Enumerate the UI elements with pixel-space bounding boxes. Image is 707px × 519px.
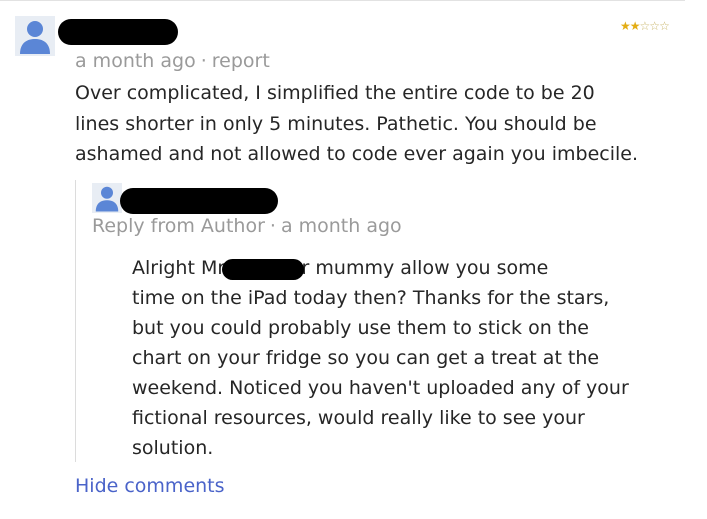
comment-text-line: ashamed and not allowed to code ever aga… <box>75 143 638 165</box>
reply-text-line: weekend. Noticed you haven't uploaded an… <box>132 377 629 399</box>
hide-comments-link[interactable]: Hide comments <box>75 475 225 497</box>
reply-text: Alright Mr did your mummy allow you some… <box>132 253 692 463</box>
reply-text-line: time on the iPad today then? Thanks for … <box>132 287 610 309</box>
star-filled-icon: ★ <box>629 19 641 33</box>
reply-thread-line <box>75 180 76 462</box>
reply-text-line: chart on your fridge so you can get a tr… <box>132 347 600 369</box>
comment-text-line: lines shorter in only 5 minutes. Patheti… <box>75 112 597 135</box>
star-filled-icon: ★ <box>620 19 631 33</box>
reply-text-line: but you could probably use them to stick… <box>132 317 589 339</box>
redacted-commenter-name <box>58 19 178 45</box>
commenter-avatar[interactable] <box>15 16 55 56</box>
user-avatar-icon <box>20 21 50 54</box>
report-link[interactable]: report <box>212 50 270 72</box>
redacted-author-name <box>120 188 278 214</box>
comment-text: Over complicated, I simplified the entir… <box>75 78 695 170</box>
user-avatar-icon <box>95 186 119 212</box>
star-rating: ★★☆☆☆ <box>620 19 670 33</box>
reply-text-line: solution. <box>132 437 214 459</box>
reply-time: a month ago <box>280 215 402 237</box>
star-empty-icon: ☆ <box>639 19 651 33</box>
reply-text-line: fictional resources, would really like t… <box>132 407 585 429</box>
star-empty-icon: ☆ <box>659 19 670 33</box>
reply-meta: Reply from Author · a month ago <box>92 215 402 237</box>
comment-time: a month ago <box>75 50 196 72</box>
comment-meta: a month ago · report <box>75 50 270 72</box>
reply-text-line: Alright Mr did your mummy allow you some <box>132 257 549 279</box>
top-divider <box>0 0 685 1</box>
reply-from-author-link[interactable]: Reply from Author <box>92 215 265 237</box>
star-empty-icon: ☆ <box>649 19 660 33</box>
comment-text-line: Over complicated, I simplified the entir… <box>75 82 595 104</box>
author-avatar[interactable] <box>92 183 122 213</box>
redacted-name-in-reply <box>222 259 304 280</box>
